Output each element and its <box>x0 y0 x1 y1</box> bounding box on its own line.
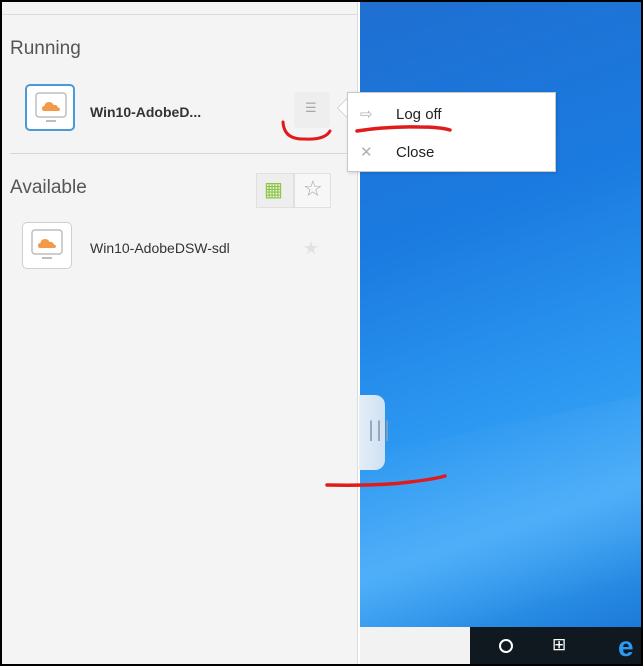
add-favorite-star-icon[interactable]: ★ <box>303 238 319 259</box>
running-app-name[interactable]: Win10-AdobeD... <box>90 104 201 120</box>
grid-view-button[interactable]: ▦ <box>256 173 294 208</box>
grid-view-icon: ▦ <box>264 177 283 201</box>
running-app-icon[interactable] <box>25 84 75 131</box>
panel-resize-handle[interactable]: ||| <box>359 395 393 470</box>
section-divider <box>10 153 358 154</box>
desktop-cloud-icon <box>31 229 63 259</box>
menu-item-label: Close <box>396 144 435 161</box>
task-view-icon[interactable]: ⊞ <box>552 635 566 655</box>
close-icon: ✕ <box>360 143 373 161</box>
menu-item-log-off[interactable]: ⇨ Log off <box>348 96 555 132</box>
edge-browser-icon[interactable]: e <box>618 631 634 663</box>
available-app-icon[interactable] <box>22 222 72 269</box>
list-menu-icon: ☰ <box>305 101 317 116</box>
available-section-title: Available <box>10 177 87 198</box>
available-app-name[interactable]: Win10-AdobeDSW-sdl <box>90 240 230 256</box>
app-menu-button[interactable]: ☰ <box>294 92 330 128</box>
logoff-icon: ⇨ <box>360 105 373 123</box>
menu-item-label: Log off <box>396 106 442 123</box>
panel-top-divider <box>2 14 358 15</box>
desktop-cloud-icon <box>35 92 67 122</box>
favorites-star-icon: ☆ <box>303 177 323 202</box>
favorites-button[interactable]: ☆ <box>294 173 331 208</box>
running-section-title: Running <box>10 38 81 59</box>
app-context-menu: ⇨ Log off ✕ Close <box>347 92 556 172</box>
drag-grip-icon: ||| <box>365 417 393 441</box>
taskbar: ⊞ e <box>470 627 641 664</box>
taskbar-search-area[interactable] <box>360 627 470 664</box>
cortana-search-icon[interactable] <box>499 639 513 653</box>
menu-item-close[interactable]: ✕ Close <box>348 134 555 170</box>
